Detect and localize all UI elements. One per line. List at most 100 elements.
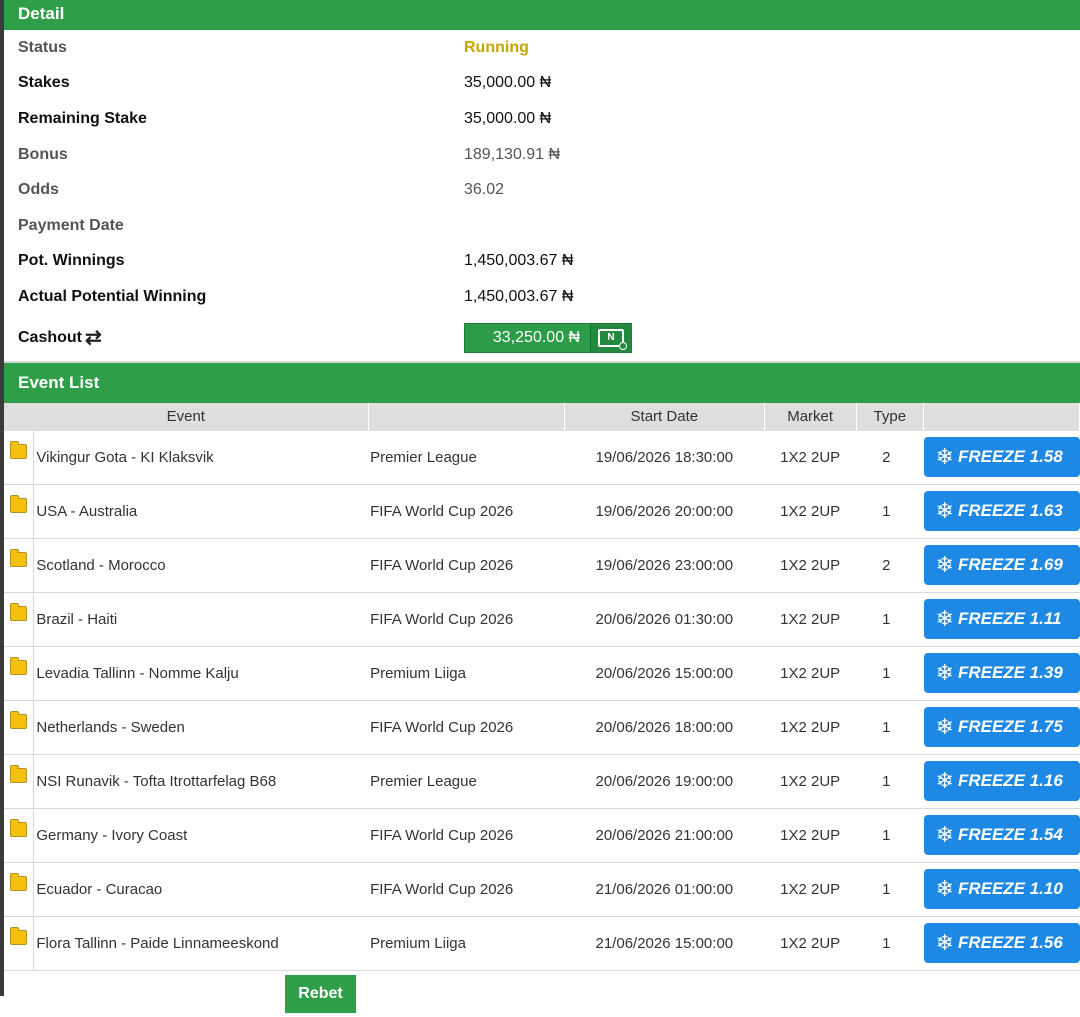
event-start-date: 20/06/2026 18:00:00	[564, 700, 765, 755]
cashout-button[interactable]: 33,250.00 ₦ N	[464, 322, 632, 353]
snowflake-icon: ❄	[935, 498, 954, 524]
event-icon-cell	[4, 808, 35, 863]
event-league: Premier League	[368, 430, 565, 485]
event-name: Brazil - Haiti	[33, 592, 369, 647]
stakes-value: 35,000.00 ₦	[464, 74, 552, 92]
cashout-amount: 33,250.00 ₦	[492, 328, 581, 346]
status-label: Status	[18, 38, 67, 56]
bonus-label: Bonus	[18, 145, 68, 163]
event-row: Vikingur Gota - KI Klaksvik Premier Leagu…	[4, 430, 1080, 485]
freeze-cell: ❄ FREEZE 1.16	[923, 754, 1080, 809]
freeze-cell: ❄ FREEZE 1.58	[923, 430, 1080, 485]
event-league: Premier League	[368, 754, 565, 809]
snowflake-icon: ❄	[935, 930, 954, 956]
event-icon-cell	[4, 700, 35, 755]
freeze-label: FREEZE 1.56	[957, 933, 1063, 953]
event-start-date: 20/06/2026 01:30:00	[564, 592, 765, 647]
cashout-label: Cashout	[18, 328, 82, 346]
event-row: Germany - Ivory Coast FIFA World Cup 2026…	[4, 808, 1080, 863]
folder-icon[interactable]	[10, 440, 28, 459]
detail-header: Detail	[4, 0, 1080, 30]
snowflake-icon: ❄	[935, 768, 954, 794]
freeze-label: FREEZE 1.39	[957, 663, 1063, 683]
event-market: 1X2 2UP	[764, 808, 857, 863]
folder-icon[interactable]	[10, 872, 28, 891]
freeze-cell: ❄ FREEZE 1.39	[923, 646, 1080, 701]
event-row: USA - Australia FIFA World Cup 2026 19/06/…	[4, 484, 1080, 539]
bet-detail-panel: Detail Status Running Stakes 35,000.00 ₦…	[4, 0, 1080, 1017]
freeze-button[interactable]: ❄ FREEZE 1.39	[923, 653, 1080, 694]
folder-icon[interactable]	[10, 926, 28, 945]
freeze-button[interactable]: ❄ FREEZE 1.75	[923, 707, 1080, 748]
detail-row-odds: Odds 36.02	[4, 172, 1080, 208]
detail-row-remaining-stake: Remaining Stake 35,000.00 ₦	[4, 101, 1080, 137]
snowflake-icon: ❄	[935, 876, 954, 902]
event-row: Ecuador - Curacao FIFA World Cup 2026 21/0…	[4, 862, 1080, 917]
event-type: 1	[856, 754, 924, 809]
folder-icon[interactable]	[10, 656, 28, 675]
event-market: 1X2 2UP	[764, 862, 857, 917]
event-league: FIFA World Cup 2026	[368, 592, 565, 647]
event-market: 1X2 2UP	[764, 646, 857, 701]
event-list-header: Event List	[4, 362, 1080, 403]
cashout-icon-wrap: N	[590, 323, 631, 352]
event-league: FIFA World Cup 2026	[368, 484, 565, 539]
detail-row-stakes: Stakes 35,000.00 ₦	[4, 66, 1080, 102]
freeze-label: FREEZE 1.54	[957, 825, 1063, 845]
event-start-date: 19/06/2026 18:30:00	[564, 430, 765, 485]
event-row: Scotland - Morocco FIFA World Cup 2026 19/…	[4, 538, 1080, 593]
freeze-cell: ❄ FREEZE 1.56	[923, 916, 1080, 971]
event-icon-cell	[4, 754, 35, 809]
event-name: USA - Australia	[33, 484, 369, 539]
col-event: Event	[4, 402, 369, 431]
refresh-icon[interactable]: ⇄	[85, 328, 102, 348]
event-table-header-row: Event Start Date Market Type	[4, 402, 1080, 431]
freeze-button[interactable]: ❄ FREEZE 1.63	[923, 491, 1080, 532]
detail-row-cashout: Cashout ⇄ 33,250.00 ₦ N	[4, 315, 1080, 361]
freeze-button[interactable]: ❄ FREEZE 1.56	[923, 923, 1080, 964]
event-market: 1X2 2UP	[764, 916, 857, 971]
event-type: 1	[856, 700, 924, 755]
freeze-button[interactable]: ❄ FREEZE 1.69	[923, 545, 1080, 586]
event-row: Levadia Tallinn - Nomme Kalju Premium Lii…	[4, 646, 1080, 701]
freeze-button[interactable]: ❄ FREEZE 1.10	[923, 869, 1080, 910]
snowflake-icon: ❄	[935, 444, 954, 470]
detail-row-pot-winnings: Pot. Winnings 1,450,003.67 ₦	[4, 244, 1080, 280]
freeze-button[interactable]: ❄ FREEZE 1.54	[923, 815, 1080, 856]
event-icon-cell	[4, 484, 35, 539]
freeze-cell: ❄ FREEZE 1.63	[923, 484, 1080, 539]
odds-label: Odds	[18, 181, 59, 199]
freeze-cell: ❄ FREEZE 1.11	[923, 592, 1080, 647]
event-icon-cell	[4, 862, 35, 917]
snowflake-icon: ❄	[935, 606, 954, 632]
event-market: 1X2 2UP	[764, 592, 857, 647]
folder-icon[interactable]	[10, 764, 28, 783]
event-icon-cell	[4, 916, 35, 971]
event-start-date: 20/06/2026 21:00:00	[564, 808, 765, 863]
folder-icon[interactable]	[10, 602, 28, 621]
folder-icon[interactable]	[10, 818, 28, 837]
freeze-button[interactable]: ❄ FREEZE 1.58	[923, 437, 1080, 478]
pot-winnings-label: Pot. Winnings	[18, 252, 125, 270]
freeze-cell: ❄ FREEZE 1.69	[923, 538, 1080, 593]
event-market: 1X2 2UP	[764, 538, 857, 593]
event-type: 2	[856, 430, 924, 485]
folder-icon[interactable]	[10, 494, 28, 513]
money-icon: N	[598, 328, 627, 350]
freeze-label: FREEZE 1.58	[957, 447, 1063, 467]
pot-winnings-value: 1,450,003.67 ₦	[464, 252, 574, 270]
freeze-button[interactable]: ❄ FREEZE 1.11	[923, 599, 1080, 640]
freeze-button[interactable]: ❄ FREEZE 1.16	[923, 761, 1080, 802]
event-name: Levadia Tallinn - Nomme Kalju	[33, 646, 369, 701]
status-value: Running	[464, 38, 529, 56]
freeze-label: FREEZE 1.69	[957, 555, 1063, 575]
event-start-date: 20/06/2026 19:00:00	[564, 754, 765, 809]
col-freeze	[923, 402, 1080, 431]
folder-icon[interactable]	[10, 710, 28, 729]
freeze-label: FREEZE 1.10	[957, 879, 1063, 899]
event-start-date: 21/06/2026 01:00:00	[564, 862, 765, 917]
folder-icon[interactable]	[10, 548, 28, 567]
event-name: Netherlands - Sweden	[33, 700, 369, 755]
detail-title: Detail	[18, 4, 65, 23]
rebet-button[interactable]: Rebet	[285, 974, 356, 1013]
